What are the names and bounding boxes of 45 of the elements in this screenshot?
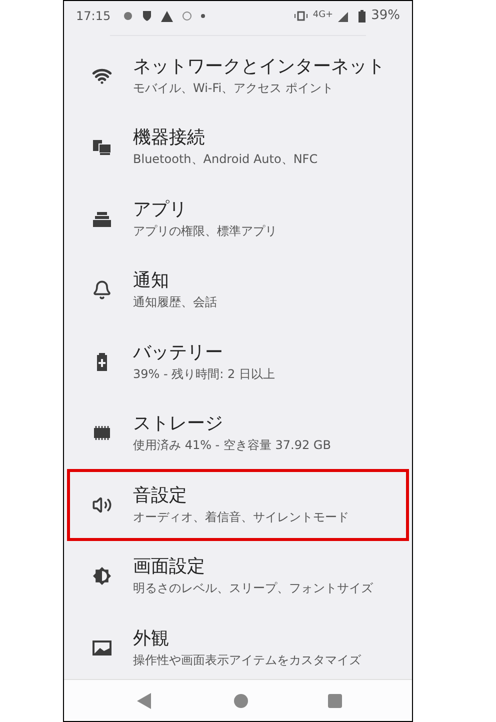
brightness-icon: [92, 566, 112, 586]
battery-icon: [358, 10, 366, 22]
item-title: 通知: [133, 269, 170, 294]
shield-icon: [142, 10, 152, 22]
settings-item[interactable]: ストレージ 使用済み 41% - 空き容量 37.92 GB: [67, 398, 409, 469]
item-subtitle: モバイル、Wi-Fi、アクセス ポイント: [133, 80, 334, 97]
item-title: アプリ: [133, 198, 188, 222]
item-subtitle: 39% - 残り時間: 2 日以上: [133, 366, 275, 383]
bell-icon: [92, 280, 112, 300]
settings-item[interactable]: 機器接続 Bluetooth、Android Auto、NFC: [67, 112, 409, 183]
item-title: ストレージ: [133, 412, 224, 436]
item-subtitle: Bluetooth、Android Auto、NFC: [133, 151, 318, 168]
settings-item[interactable]: ネットワークとインターネット モバイル、Wi-Fi、アクセス ポイント: [67, 40, 409, 112]
item-subtitle: 通知履歴、会話: [133, 294, 217, 312]
item-title: 機器接続: [133, 126, 206, 150]
item-subtitle: 明るさのレベル、スリープ、フォントサイズ: [133, 580, 373, 598]
settings-item[interactable]: 画面設定 明るさのレベル、スリープ、フォントサイズ: [67, 540, 409, 612]
item-title: 外観: [133, 626, 170, 651]
home-button[interactable]: [234, 694, 248, 708]
dot-icon: [200, 14, 205, 18]
settings-item[interactable]: 音設定 オーディオ、着信音、サイレントモード: [67, 469, 409, 540]
item-title: ネットワークとインターネット: [133, 54, 385, 79]
battery-level: 39%: [371, 7, 400, 26]
item-title: 音設定: [133, 484, 188, 508]
info-icon: [182, 11, 192, 21]
item-title: 画面設定: [133, 555, 206, 580]
signal-icon: [338, 10, 350, 22]
landscape-icon: [92, 638, 112, 658]
settings-item[interactable]: 通知 通知履歴、会話: [67, 254, 409, 326]
warning-icon: [160, 10, 173, 22]
vibrate-icon: [294, 11, 308, 21]
speaker-icon: [92, 494, 112, 515]
settings-item[interactable]: アプリ アプリの権限、標準アプリ: [67, 183, 409, 254]
item-subtitle: オーディオ、着信音、サイレントモード: [133, 508, 349, 526]
settings-item[interactable]: 外観 操作性や画面表示アイテムをカスタマイズ: [67, 612, 409, 684]
item-subtitle: アプリの権限、標準アプリ: [133, 222, 277, 240]
network-type: 4G+: [312, 9, 334, 22]
item-subtitle: 操作性や画面表示アイテムをカスタマイズ: [133, 652, 361, 669]
clock: 17:15: [76, 8, 111, 25]
devices-icon: [92, 137, 112, 158]
item-title: バッテリー: [133, 340, 224, 365]
item-subtitle: 使用済み 41% - 空き容量 37.92 GB: [133, 437, 331, 454]
settings-item[interactable]: バッテリー 39% - 残り時間: 2 日以上: [67, 326, 409, 398]
notification-icon: [122, 11, 133, 21]
recents-button[interactable]: [328, 694, 342, 708]
